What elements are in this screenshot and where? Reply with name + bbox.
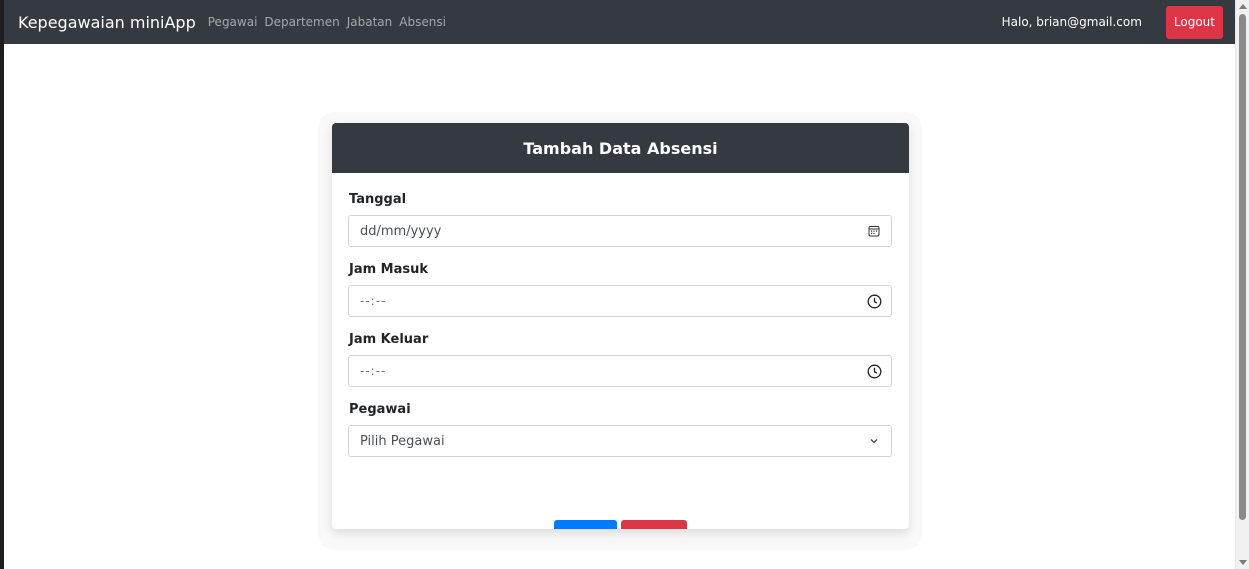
form-actions: Simpan Kembali [332,520,909,529]
jam-keluar-placeholder: --:-- [360,364,387,378]
clock-icon[interactable] [857,286,891,316]
jam-masuk-placeholder: --:-- [360,294,387,308]
calendar-icon[interactable] [857,216,891,246]
jam-keluar-time-input[interactable]: --:-- [348,355,892,387]
pegawai-label: Pegawai [349,402,411,417]
nav-link-absensi[interactable]: Absensi [399,15,446,29]
scroll-down-arrow-icon[interactable] [1239,560,1247,565]
tanggal-date-input[interactable]: dd/mm/yyyy [348,215,892,247]
jam-masuk-time-input[interactable]: --:-- [348,285,892,317]
jam-masuk-label: Jam Masuk [349,262,429,277]
back-button[interactable]: Kembali [621,520,688,529]
nav-links: Pegawai Departemen Jabatan Absensi [208,15,453,29]
navbar-brand[interactable]: Kepegawaian miniApp [18,13,196,32]
navbar-user-area: Halo, brian@gmail.com Logout [1002,0,1223,44]
nav-link-jabatan[interactable]: Jabatan [347,15,393,29]
save-button[interactable]: Simpan [553,520,618,529]
chevron-down-icon [857,426,891,456]
pegawai-selected-value: Pilih Pegawai [360,433,445,449]
user-greeting: Halo, brian@gmail.com [1001,15,1142,29]
nav-link-pegawai[interactable]: Pegawai [208,15,258,29]
nav-link-departemen[interactable]: Departemen [264,15,339,29]
logout-button[interactable]: Logout [1165,5,1223,39]
jam-keluar-label: Jam Keluar [349,332,429,347]
pegawai-select[interactable]: Pilih Pegawai [348,425,892,457]
top-navbar: Kepegawaian miniApp Pegawai Departemen J… [4,0,1235,44]
page-scrollbar[interactable] [1235,0,1249,569]
tanggal-label: Tanggal [349,192,407,207]
clock-icon[interactable] [857,356,891,386]
scroll-up-arrow-icon[interactable] [1239,4,1247,9]
add-attendance-card: Tambah Data Absensi Tanggal dd/mm/yyyy J… [332,123,909,529]
scrollbar-thumb[interactable] [1239,14,1246,520]
card-title: Tambah Data Absensi [332,123,909,173]
tanggal-placeholder: dd/mm/yyyy [360,223,442,239]
